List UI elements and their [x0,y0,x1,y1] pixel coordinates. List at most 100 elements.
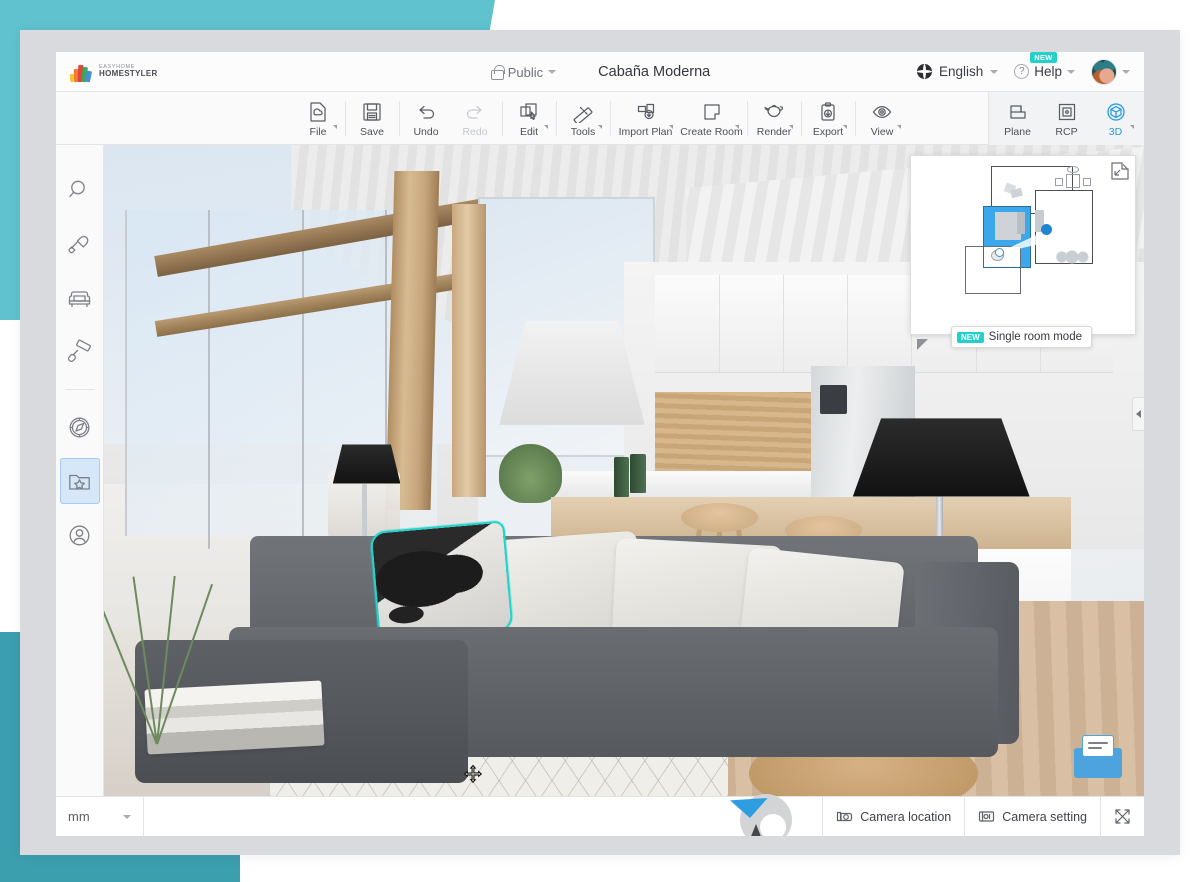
expand-minimap-icon[interactable] [1110,161,1130,181]
edit-label: Edit [520,126,538,138]
bottom-bar: mm Camera location Camera setting [56,796,1144,836]
view-button[interactable]: View [858,92,907,145]
tooltip-new-badge: NEW [957,332,984,343]
ribbon-divider [855,101,856,136]
sidebar-item-materials[interactable] [60,329,100,375]
export-button[interactable]: Export [804,92,853,145]
ribbon-divider [610,101,611,136]
redo-label: Redo [462,126,487,138]
right-panel-collapse-button[interactable] [1132,397,1144,431]
render-button[interactable]: Render [750,92,799,145]
left-tool-rail [56,145,104,796]
cube-3d-icon [1105,101,1127,123]
chevron-down-icon [1122,70,1130,74]
chevron-down-icon [598,125,602,129]
sidebar-item-build[interactable] [60,221,100,267]
chevron-down-icon [735,125,739,129]
plane-view-button[interactable]: Plane [993,92,1042,145]
sidebar-item-compass[interactable] [60,404,100,450]
ruler-icon [572,101,594,123]
globe-icon [917,64,932,79]
single-room-mode-tooltip[interactable]: NEW Single room mode [951,326,1092,348]
scene-bottle [614,457,630,496]
view-compass-widget[interactable] [726,790,792,834]
save-disk-icon [361,101,383,123]
account-menu[interactable] [1091,59,1130,85]
minimap-resize-handle[interactable] [917,339,928,350]
scene-wood-post [452,204,485,497]
scene-table-lamp-pole [362,484,367,536]
chevron-down-icon [789,125,793,129]
render-label: Render [757,126,791,138]
fullscreen-button[interactable] [1100,797,1144,836]
user-circle-icon [66,522,93,549]
question-mark-icon: ? [1014,64,1029,79]
help-label: Help [1034,64,1062,79]
scene-plant-small [499,444,561,503]
scene-floor-lamp-shade [853,418,1030,496]
homestyler-application: EASYHOME HOMESTYLER Public Cabaña Modern… [56,52,1144,836]
sidebar-item-profile[interactable] [60,512,100,558]
teapot-icon [763,101,785,123]
brand-line-2: HOMESTYLER [99,70,158,79]
create-room-button[interactable]: Create Room [679,92,745,145]
app-logo[interactable]: EASYHOME HOMESTYLER [70,62,158,82]
magnifier-icon [66,177,93,204]
camera-location-button[interactable]: Camera location [822,797,964,836]
camera-setting-icon [978,808,995,825]
shovel-icon [66,231,93,258]
ribbon-divider [747,101,748,136]
ribbon-divider [556,101,557,136]
plane-view-icon [1007,101,1029,123]
edit-button[interactable]: Edit [505,92,554,145]
import-plan-button[interactable]: Import Plan [613,92,679,145]
selected-throw-pillow[interactable] [370,520,514,642]
tooltip-label: Single room mode [989,331,1082,343]
redo-arrow-icon [464,101,486,123]
save-button[interactable]: Save [348,92,397,145]
command-input[interactable] [144,797,822,836]
sidebar-item-furniture[interactable] [60,275,100,321]
tools-button[interactable]: Tools [559,92,608,145]
redo-button[interactable]: Redo [451,92,500,145]
ribbon-divider [399,101,400,136]
language-label: English [939,64,983,79]
create-room-icon [701,101,723,123]
chevron-down-icon [544,125,548,129]
avatar [1091,59,1117,85]
scene-tall-plant [114,575,197,744]
help-menu[interactable]: NEW ? Help [1014,64,1075,79]
camera-setting-button[interactable]: Camera setting [964,797,1100,836]
export-label: Export [813,126,843,138]
3d-viewport[interactable]: NEW Single room mode [104,145,1144,796]
minimap-panel[interactable]: NEW Single room mode [910,155,1136,335]
undo-label: Undo [413,126,438,138]
scene-bottle [630,454,646,493]
file-button[interactable]: File [294,92,343,145]
3d-view-button[interactable]: 3D [1091,92,1140,145]
sidebar-item-search[interactable] [60,167,100,213]
file-icon [307,101,329,123]
chevron-down-icon [123,815,131,819]
undo-button[interactable]: Undo [402,92,451,145]
ribbon-main-group: File Save Undo Redo Edit [294,92,907,145]
view-mode-group: Plane RCP 3D [988,92,1144,145]
sidebar-item-favorites[interactable] [60,458,100,504]
language-selector[interactable]: English [917,64,998,79]
workspace: NEW Single room mode [56,145,1144,796]
save-label: Save [360,126,384,138]
rcp-view-button[interactable]: RCP [1042,92,1091,145]
inbox-button[interactable] [1074,736,1122,778]
unit-selector[interactable]: mm [56,797,144,836]
visibility-selector[interactable]: Public [490,65,556,80]
camera-setting-label: Camera setting [1002,810,1087,824]
camera-location-label: Camera location [860,810,951,824]
minimap-floorplan [917,162,1129,328]
unit-value: mm [68,809,90,824]
chevron-down-icon [333,125,337,129]
scene-window-mullion [302,210,304,549]
chevron-down-icon [669,125,673,129]
ribbon-divider [345,101,346,136]
armchair-icon [66,285,93,312]
plane-label: Plane [1004,126,1031,138]
